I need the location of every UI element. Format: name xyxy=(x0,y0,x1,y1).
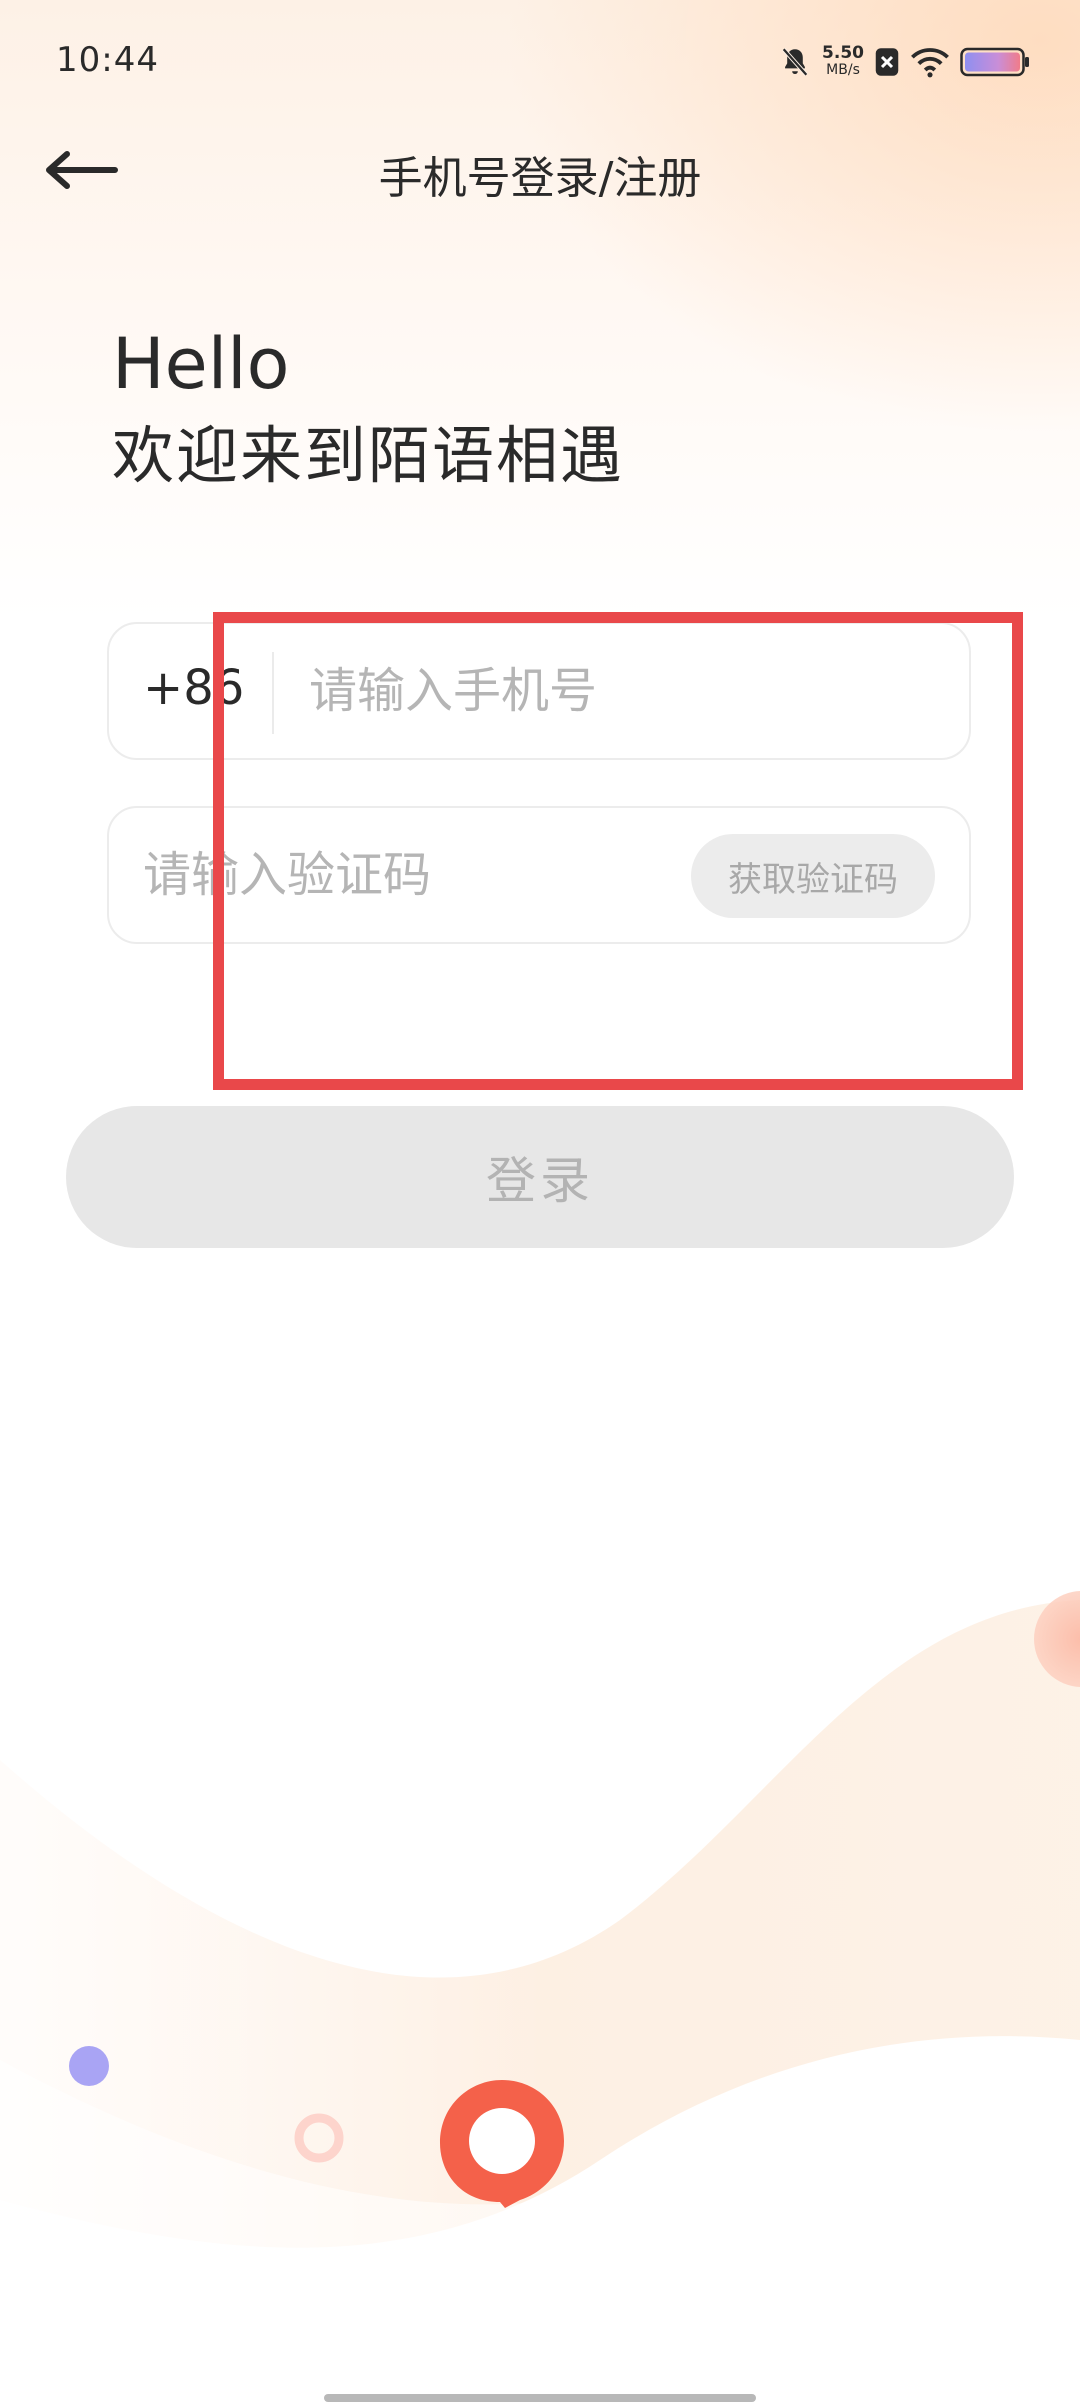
status-bar: 10:44 5.50 MB/s xyxy=(0,0,1080,120)
network-speed-unit: MB/s xyxy=(826,62,860,78)
network-speed: 5.50 MB/s xyxy=(822,45,864,79)
decor-purple-dot xyxy=(69,2046,109,2086)
nav-bar: 手机号登录/注册 xyxy=(0,120,1080,220)
background-decoration xyxy=(0,1591,1080,2408)
home-indicator[interactable] xyxy=(324,2394,756,2402)
greeting: Hello 欢迎来到陌语相遇 xyxy=(112,318,624,502)
wifi-icon xyxy=(911,48,949,78)
phone-input[interactable] xyxy=(309,624,929,758)
status-icons: 5.50 MB/s xyxy=(778,40,1030,84)
phone-field[interactable]: +86 xyxy=(107,622,971,760)
status-time: 10:44 xyxy=(56,40,159,80)
battery-icon xyxy=(960,47,1029,77)
network-speed-value: 5.50 xyxy=(822,43,864,63)
greeting-welcome: 欢迎来到陌语相遇 xyxy=(112,419,625,492)
bell-muted-icon xyxy=(782,47,808,77)
login-screen: 10:44 5.50 MB/s 手机号登录/注册 Hello 欢迎来到陌语相遇 … xyxy=(0,0,1080,2408)
verification-code-field[interactable]: 获取验证码 xyxy=(107,806,971,944)
greeting-hello: Hello xyxy=(112,323,290,405)
country-code[interactable]: +86 xyxy=(143,660,244,716)
field-divider xyxy=(272,652,274,734)
get-code-button[interactable]: 获取验证码 xyxy=(691,834,935,918)
login-button[interactable]: 登录 xyxy=(66,1106,1014,1248)
page-title: 手机号登录/注册 xyxy=(378,153,702,204)
sim-blocked-icon xyxy=(875,48,899,76)
verification-code-input[interactable] xyxy=(143,808,663,942)
